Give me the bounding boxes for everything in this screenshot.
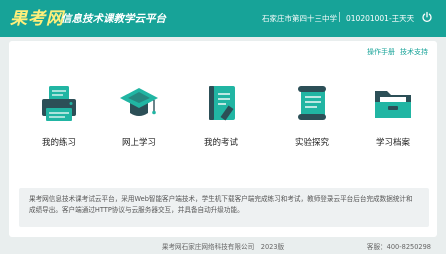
school-name: 石家庄市第四十三中学 — [262, 14, 337, 23]
help-links: 操作手册 技术支持 — [362, 47, 428, 57]
module-label: 我的考试 — [203, 138, 238, 148]
module-label: 实验探究 — [294, 138, 329, 148]
top-header: 果考网 信息技术课教学云平台 石家庄市第四十三中学 010201001-王天天 — [0, 0, 446, 37]
folder-icon — [375, 91, 411, 118]
module-label: 学习档案 — [375, 138, 410, 148]
module-experiment[interactable]: 实验探究 — [277, 84, 347, 154]
module-my-practice[interactable]: 我的练习 — [24, 84, 94, 154]
platform-title: 信息技术课教学云平台 — [61, 13, 166, 25]
service-phone: 客服：400-8250298 — [366, 243, 431, 251]
module-label: 网上学习 — [121, 138, 156, 148]
site-logo[interactable]: 果考网 — [10, 4, 64, 29]
module-grid: 我的练习 网上学习 我的考试 实验探究 学习档案 — [9, 84, 437, 154]
platform-description: 果考网信息技术课考试云平台，采用Web智能客户端技术，学生机下载客户端完成练习和… — [19, 188, 429, 227]
scroll-icon — [298, 86, 326, 120]
module-online-learning[interactable]: 网上学习 — [104, 84, 174, 154]
printer-icon — [42, 86, 76, 121]
module-learning-archive[interactable]: 学习档案 — [358, 84, 428, 154]
exam-notebook-icon — [209, 86, 235, 121]
module-my-exam[interactable]: 我的考试 — [186, 84, 256, 154]
module-label: 我的练习 — [41, 138, 76, 148]
page-footer: 果考网石家庄网络科技有限公司 2023版 客服：400-8250298 — [0, 239, 446, 254]
power-icon[interactable] — [421, 11, 433, 23]
graduation-cap-icon — [120, 88, 158, 116]
header-divider — [339, 12, 340, 22]
support-link[interactable]: 技术支持 — [400, 48, 428, 56]
manual-link[interactable]: 操作手册 — [367, 48, 395, 56]
main-panel: 操作手册 技术支持 我的练习 网上学习 我的考试 实验探究 学习档案 果考网信息… — [9, 41, 437, 237]
user-name: 010201001-王天天 — [346, 14, 415, 23]
